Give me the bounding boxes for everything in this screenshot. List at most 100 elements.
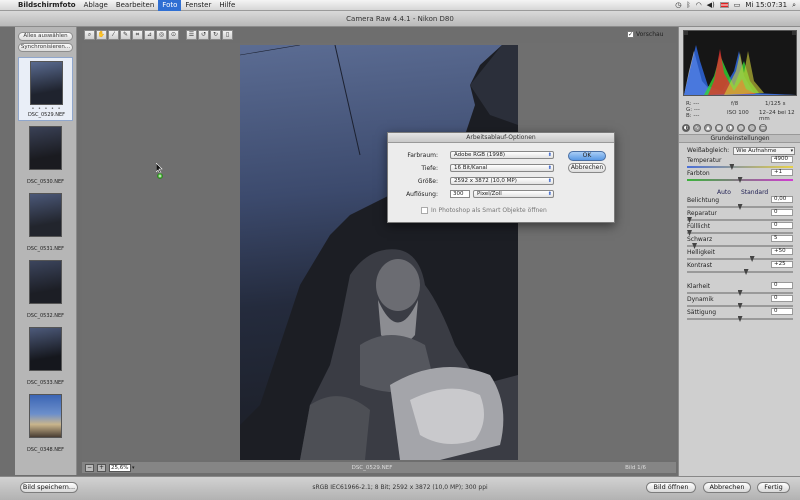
resolution-input[interactable]: 300 xyxy=(450,190,470,198)
workflow-options-dialog: Arbeitsablauf-Optionen Farbraum: Adobe R… xyxy=(387,132,615,223)
save-image-button[interactable]: Bild speichern... xyxy=(20,482,78,493)
slider-value-input[interactable]: 0,00 xyxy=(771,196,793,203)
thumbnail[interactable]: DSC_0531.NEF xyxy=(18,190,73,254)
thumbnail[interactable]: • • • • • DSC_0529.NEF xyxy=(18,57,73,121)
slider-value-input[interactable]: +1 xyxy=(771,169,793,176)
slider-label: Belichtung xyxy=(687,197,720,204)
workflow-info-link[interactable]: sRGB IEC61966-2.1; 8 Bit; 2592 x 3872 (1… xyxy=(300,484,500,491)
checkmark-icon[interactable]: ✓ xyxy=(627,31,634,38)
resolution-unit-select[interactable]: Pixel/Zoll xyxy=(473,190,554,198)
battery-icon[interactable]: ▭ xyxy=(734,1,741,9)
slider-label: Temperatur xyxy=(687,157,722,164)
straighten-icon[interactable]: ⊿ xyxy=(144,30,155,40)
red-eye-icon[interactable]: ⊙ xyxy=(168,30,179,40)
wifi-icon[interactable]: ◠ xyxy=(696,1,702,9)
crop-icon[interactable]: ⌗ xyxy=(132,30,143,40)
slider-value-input[interactable]: 0 xyxy=(771,222,793,229)
depth-select[interactable]: 16 Bit/Kanal xyxy=(450,164,554,172)
time-machine-icon[interactable]: ◷ xyxy=(675,1,681,9)
slider-track[interactable] xyxy=(687,219,793,221)
zoom-level[interactable]: 25,6% xyxy=(109,463,131,472)
menu-app[interactable]: Bildschirmfoto xyxy=(14,0,80,11)
slider-track[interactable] xyxy=(687,258,793,260)
preview-checkbox[interactable]: ✓ Vorschau xyxy=(627,31,663,38)
menu-fenster[interactable]: Fenster xyxy=(181,0,215,11)
menu-bearbeiten[interactable]: Bearbeiten xyxy=(112,0,158,11)
ok-button[interactable]: OK xyxy=(568,151,606,161)
slider-track[interactable] xyxy=(687,166,793,168)
zoom-in-button[interactable]: + xyxy=(97,463,106,472)
color-space-select[interactable]: Adobe RGB (1998) xyxy=(450,151,554,159)
smart-objects-check-box[interactable] xyxy=(421,207,428,214)
menu-foto[interactable]: Foto xyxy=(158,0,182,11)
slider-value-input[interactable]: +50 xyxy=(771,248,793,255)
slider-label: Dynamik xyxy=(687,296,714,303)
hsl-tab-icon[interactable]: ▦ xyxy=(715,124,723,132)
synchronize-button[interactable]: Synchronisieren... xyxy=(18,43,73,52)
zoom-icon[interactable]: ⌕ xyxy=(84,30,95,40)
slider-kontrast[interactable]: Kontrast +25 xyxy=(687,261,793,275)
white-balance-select[interactable]: Wie Aufnahme xyxy=(733,146,796,155)
spotlight-icon[interactable]: ⌕ xyxy=(792,1,796,10)
slider-label: Sättigung xyxy=(687,309,717,316)
camera-calibration-tab-icon[interactable]: ◎ xyxy=(748,124,756,132)
menu-ablage[interactable]: Ablage xyxy=(80,0,112,11)
slider-track[interactable] xyxy=(687,245,793,247)
presets-tab-icon[interactable]: ☰ xyxy=(759,124,767,132)
zoom-dropdown-icon[interactable]: ▾ xyxy=(132,465,135,471)
preferences-icon[interactable]: ☰ xyxy=(186,30,197,40)
default-link[interactable]: Standard xyxy=(741,189,768,196)
select-all-button[interactable]: Alles auswählen xyxy=(18,32,73,41)
slider-value-input[interactable]: 0 xyxy=(771,282,793,289)
volume-icon[interactable]: ◀) xyxy=(707,1,715,9)
basic-tab-icon[interactable]: ◐ xyxy=(682,124,690,132)
split-toning-tab-icon[interactable]: ◑ xyxy=(726,124,734,132)
slider-value-input[interactable]: 4900 xyxy=(771,156,793,163)
slider-farbton[interactable]: Farbton +1 xyxy=(687,169,793,183)
clock-text[interactable]: Mi 15:07:31 xyxy=(745,1,787,9)
slider-track[interactable] xyxy=(687,232,793,234)
rotate-left-icon[interactable]: ↺ xyxy=(198,30,209,40)
size-select[interactable]: 2592 x 3872 (10,0 MP) xyxy=(450,177,554,185)
retouch-icon[interactable]: ◎ xyxy=(156,30,167,40)
auto-link[interactable]: Auto xyxy=(717,189,731,196)
done-button[interactable]: Fertig xyxy=(757,482,790,493)
slider-value-input[interactable]: 0 xyxy=(771,209,793,216)
thumbnail[interactable]: DSC_0530.NEF xyxy=(18,123,73,187)
menu-hilfe[interactable]: Hilfe xyxy=(215,0,239,11)
hand-icon[interactable]: ✋ xyxy=(96,30,107,40)
slider-value-input[interactable]: 0 xyxy=(771,308,793,315)
slider-sättigung[interactable]: Sättigung 0 xyxy=(687,308,793,322)
detail-tab-icon[interactable]: ▲ xyxy=(704,124,712,132)
color-sampler-icon[interactable]: ✎ xyxy=(120,30,131,40)
thumbnail-image xyxy=(29,327,62,371)
slider-value-input[interactable]: 5 xyxy=(771,235,793,242)
zoom-out-button[interactable]: − xyxy=(85,463,94,472)
bluetooth-icon[interactable]: ᛒ xyxy=(686,1,690,9)
slider-track[interactable] xyxy=(687,271,793,273)
preview-image[interactable] xyxy=(240,45,518,460)
slider-value-input[interactable]: 0 xyxy=(771,295,793,302)
smart-objects-checkbox[interactable]: In Photoshop als Smart Objekte öffnen xyxy=(421,207,547,214)
dialog-cancel-button[interactable]: Abbrechen xyxy=(568,163,606,173)
slider-value-input[interactable]: +25 xyxy=(771,261,793,268)
cancel-button[interactable]: Abbrechen xyxy=(703,482,751,493)
flag-icon[interactable] xyxy=(719,2,729,8)
thumbnail[interactable]: DSC_0532.NEF xyxy=(18,257,73,321)
tone-curve-tab-icon[interactable]: ∿ xyxy=(693,124,701,132)
depth-row: Tiefe: 16 Bit/Kanal xyxy=(388,164,558,173)
camera-info: R: --- G: --- B: --- f/8 1/125 s ISO 100… xyxy=(683,99,797,122)
thumbnail[interactable]: DSC_0533.NEF xyxy=(18,324,73,388)
histogram xyxy=(683,30,797,96)
rotate-right-icon[interactable]: ↻ xyxy=(210,30,221,40)
tool-bar: ⌕ ✋ ⁄ ✎ ⌗ ⊿ ◎ ⊙ ☰ ↺ ↻ ▯ xyxy=(84,29,674,41)
thumbnail-label: DSC_0533.NEF xyxy=(26,380,65,386)
white-balance-icon[interactable]: ⁄ xyxy=(108,30,119,40)
menu-extras: ◷ ᛒ ◠ ◀) ▭ Mi 15:07:31 ⌕ xyxy=(675,1,800,10)
thumbnail[interactable]: DSC_0348.NEF xyxy=(18,391,73,455)
open-image-button[interactable]: Bild öffnen xyxy=(646,482,696,493)
lens: 12–24 bei 12 mm xyxy=(759,110,795,122)
slider-label: Helligkeit xyxy=(687,249,715,256)
lens-tab-icon[interactable]: ◍ xyxy=(737,124,745,132)
trash-icon[interactable]: ▯ xyxy=(222,30,233,40)
